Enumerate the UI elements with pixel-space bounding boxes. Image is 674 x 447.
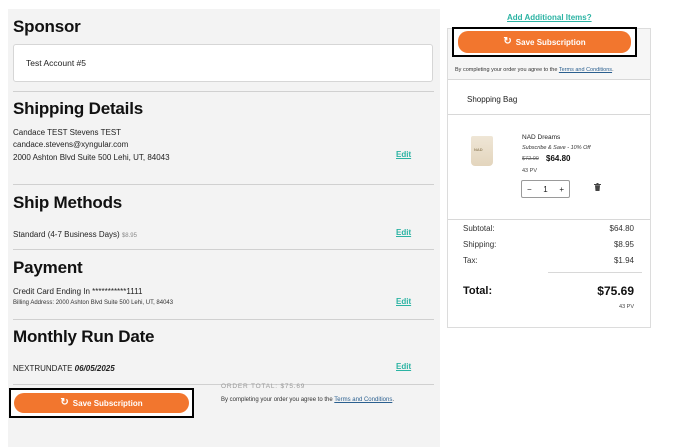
total-pv: 43 PV [619,304,634,310]
subtotal-label: Subtotal: [463,224,495,233]
tax-label: Tax: [463,256,478,265]
terms-link[interactable]: Terms and Conditions [559,67,612,73]
agree-text: By completing your order you agree to th… [455,67,614,73]
edit-payment-link[interactable]: Edit [396,297,411,306]
sponsor-field: Test Account #5 [13,44,433,82]
total-value: $75.69 [597,284,634,298]
sponsor-title: Sponsor [13,17,81,36]
total-label: Total: [463,285,493,297]
agree-text: By completing your order you agree to th… [221,397,394,403]
divider [13,91,434,92]
ship-methods-title: Ship Methods [13,193,123,212]
agree-text-end: . [392,397,394,403]
divider [448,219,650,220]
save-subscription-button-top[interactable]: ↻ Save Subscription [458,31,631,53]
divider [13,249,434,250]
quantity-value: 1 [543,184,548,194]
product-subtitle: Subscribe & Save - 10% Off [522,145,591,151]
save-subscription-button[interactable]: ↻ Save Subscription [14,393,189,413]
divider [548,272,642,273]
shipping-details-title: Shipping Details [13,99,143,118]
product-image-brand: NAD [474,147,483,152]
monthly-run-date-title: Monthly Run Date [13,327,155,346]
divider [13,319,434,320]
run-date-value: 06/05/2025 [74,364,115,373]
terms-link[interactable]: Terms and Conditions [334,397,392,403]
shipping-label: Shipping: [463,240,497,249]
edit-run-date-link[interactable]: Edit [396,362,411,371]
trash-icon[interactable] [594,183,601,191]
save-subscription-highlight: ↻ Save Subscription [9,388,194,418]
ship-method: Standard (4-7 Business Days) $8.95 [13,230,137,239]
agree-text-label: By completing your order you agree to th… [221,397,335,403]
decrement-button[interactable]: − [527,185,532,194]
shipping-address: 2000 Ashton Blvd Suite 500 Lehi, UT, 840… [13,153,170,162]
product-pv: 43 PV [522,168,537,174]
edit-shipping-link[interactable]: Edit [396,150,411,159]
shipping-email: candace.stevens@xyngular.com [13,140,129,149]
divider [13,184,434,185]
billing-address: Billing Address: 2000 Ashton Blvd Suite … [13,300,174,306]
edit-ship-method-link[interactable]: Edit [396,228,411,237]
order-total: ORDER TOTAL: $75.69 [221,383,306,390]
increment-button[interactable]: + [559,185,564,194]
divider [448,114,650,115]
save-subscription-label: Save Subscription [72,398,143,408]
divider [448,79,650,80]
refresh-icon: ↻ [503,36,512,47]
payment-title: Payment [13,258,83,277]
quantity-stepper[interactable]: − 1 + [521,180,570,198]
save-subscription-highlight: ↻ Save Subscription [452,27,637,57]
product-name: NAD Dreams [522,134,561,141]
order-summary-panel: ↻ Save Subscription By completing your o… [447,27,651,328]
refresh-icon: ↻ [60,397,69,408]
payment-card: Credit Card Ending In ***********1111 [13,287,143,296]
ship-method-price: $8.95 [121,233,137,239]
product-old-price: $72.00 [522,156,539,162]
tax-value: $1.94 [613,256,634,265]
checkout-details-panel: Sponsor Test Account #5 Shipping Details… [8,9,440,447]
product-new-price: $64.80 [546,154,571,163]
subtotal-value: $64.80 [609,224,634,233]
ship-method-label: Standard (4-7 Business Days) [13,230,120,239]
shopping-bag-title: Shopping Bag [467,95,518,104]
shipping-name: Candace TEST Stevens TEST [13,128,122,137]
run-date: NEXTRUNDATE 06/05/2025 [13,364,115,373]
run-date-label: NEXTRUNDATE [13,364,73,373]
add-additional-items-link[interactable]: Add Additional Items? [507,13,592,22]
agree-text-label: By completing your order you agree to th… [455,67,559,73]
product-image: NAD [471,136,493,166]
save-subscription-label: Save Subscription [515,37,586,47]
agree-text-end: . [612,67,614,73]
shipping-value: $8.95 [613,240,634,249]
